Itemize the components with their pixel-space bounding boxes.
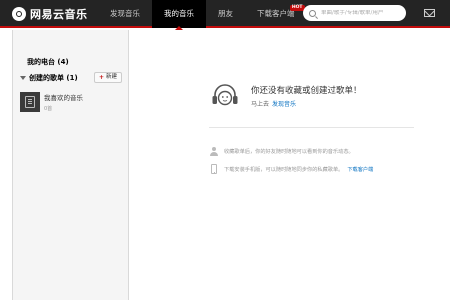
app-name: 网易云音乐	[30, 8, 88, 21]
created-playlists-header[interactable]: 创建的歌单 (1) + 新建	[20, 72, 128, 84]
mail-icon[interactable]	[424, 9, 435, 17]
nav-discover[interactable]: 发现音乐	[98, 0, 152, 28]
playlist-item[interactable]: 我喜欢的音乐 0首	[20, 90, 128, 114]
discover-music-link[interactable]: 发现音乐	[272, 101, 296, 108]
playlist-text: 我喜欢的音乐 0首	[44, 92, 83, 112]
hint-prefix: 马上去	[251, 101, 270, 108]
playlist-cover	[20, 92, 40, 112]
sidebar: 我的电台 (4) 创建的歌单 (1) + 新建 我喜欢的音乐 0首	[12, 30, 129, 300]
tip-favorite-text: 收藏歌单后，你的好友随时随地可以看到你的音乐动态。	[224, 149, 354, 155]
new-playlist-label: 新建	[105, 74, 117, 80]
my-radio-title[interactable]: 我的电台 (4)	[27, 57, 69, 67]
nav-download-label: 下载客户端	[257, 9, 295, 18]
nav-download-client[interactable]: 下载客户端 HOT	[245, 0, 307, 28]
search-box[interactable]	[303, 5, 406, 21]
user-icon	[210, 147, 218, 156]
playlist-name: 我喜欢的音乐	[44, 94, 83, 102]
divider	[209, 127, 414, 128]
nav-friends[interactable]: 朋友	[206, 0, 245, 28]
main-nav: 发现音乐 我的音乐 朋友 下载客户端 HOT	[98, 0, 307, 30]
netease-logo-icon	[12, 7, 26, 21]
new-playlist-button[interactable]: + 新建	[93, 72, 122, 83]
nav-my-music[interactable]: 我的音乐	[152, 0, 206, 30]
tip-favorite: 收藏歌单后，你的好友随时随地可以看到你的音乐动态。	[210, 147, 354, 156]
tip-download: 下载安装手机版，可以随时随地同步你的私藏歌单。 下载客户端	[210, 164, 373, 174]
tip-download-text: 下载安装手机版，可以随时随地同步你的私藏歌单。	[224, 166, 344, 173]
empty-state-hint: 马上去 发现音乐	[251, 99, 296, 108]
main-content: 你还没有收藏或创建过歌单！ 马上去 发现音乐 收藏歌单后，你的好友随时随地可以看到…	[130, 30, 450, 300]
top-navigation-bar: 网易云音乐 发现音乐 我的音乐 朋友 下载客户端 HOT	[0, 0, 450, 30]
collapse-triangle-icon[interactable]	[20, 76, 26, 80]
plus-icon: +	[98, 74, 104, 81]
search-input[interactable]	[321, 10, 401, 16]
playlist-count: 0首	[44, 106, 53, 112]
logo[interactable]: 网易云音乐	[12, 6, 88, 22]
download-client-link[interactable]: 下载客户端	[347, 166, 373, 173]
playlist-cover-icon	[25, 96, 35, 108]
phone-icon	[211, 164, 217, 174]
empty-state-title: 你还没有收藏或创建过歌单！	[251, 86, 362, 96]
search-icon	[309, 9, 316, 17]
created-playlists-title: 创建的歌单 (1)	[29, 74, 78, 82]
headphone-icon	[212, 84, 238, 106]
